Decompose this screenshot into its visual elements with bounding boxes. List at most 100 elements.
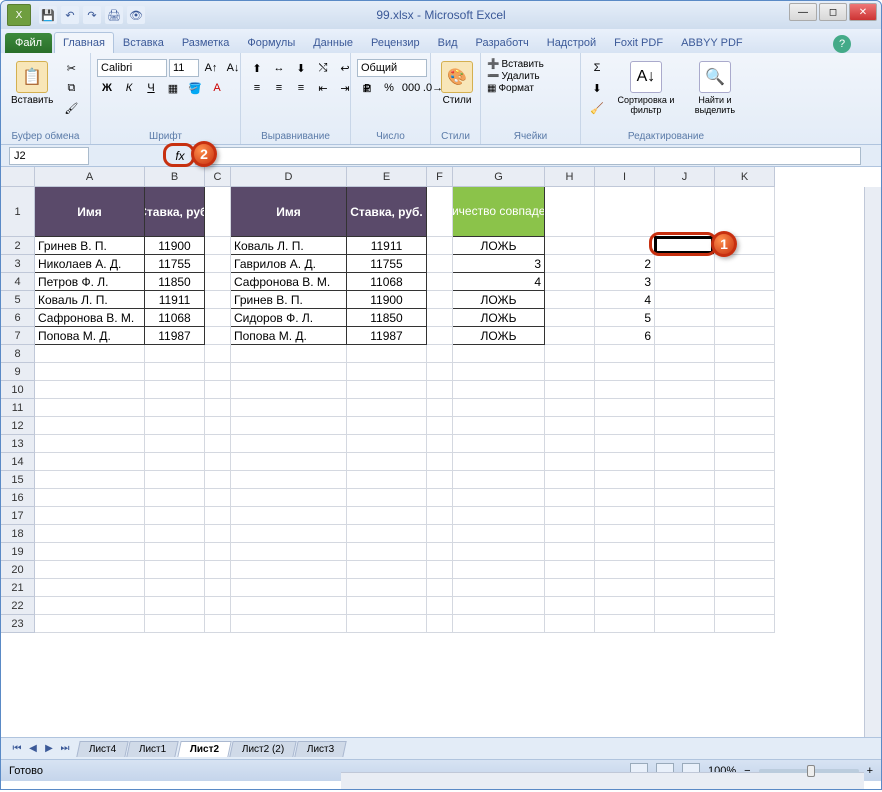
cell[interactable] — [427, 273, 453, 291]
column-header[interactable]: E — [347, 167, 427, 187]
cell[interactable]: 6 — [595, 327, 655, 345]
cell[interactable] — [427, 561, 453, 579]
column-header[interactable]: F — [427, 167, 453, 187]
orientation-icon[interactable]: ⤭ — [313, 59, 333, 77]
cell[interactable] — [715, 471, 775, 489]
cell[interactable] — [145, 561, 205, 579]
cell[interactable] — [205, 507, 231, 525]
cell[interactable] — [655, 489, 715, 507]
cell[interactable] — [655, 345, 715, 363]
cell[interactable] — [595, 615, 655, 633]
sheet-tab[interactable]: Лист1 — [127, 741, 180, 757]
sort-filter-button[interactable]: A↓ Сортировка и фильтр — [611, 59, 681, 117]
cell[interactable] — [595, 187, 655, 237]
cell[interactable]: Количество совпадений — [453, 187, 545, 237]
align-left-icon[interactable]: ≡ — [247, 79, 267, 97]
qat-button-3[interactable]: 🖨 — [105, 6, 123, 24]
decrease-indent-icon[interactable]: ⇤ — [313, 79, 333, 97]
cell[interactable] — [595, 579, 655, 597]
insert-cells-button[interactable]: ➕Вставить — [487, 59, 544, 70]
cell[interactable] — [545, 615, 595, 633]
column-header[interactable]: B — [145, 167, 205, 187]
cell[interactable] — [231, 543, 347, 561]
cell[interactable] — [35, 615, 145, 633]
cell[interactable] — [655, 453, 715, 471]
cell[interactable] — [545, 507, 595, 525]
cell[interactable] — [715, 187, 775, 237]
cell[interactable] — [347, 543, 427, 561]
align-bottom-icon[interactable]: ⬇ — [291, 59, 311, 77]
cell[interactable] — [347, 525, 427, 543]
worksheet-grid[interactable]: ABCDEFGHIJK 1234567891011121314151617181… — [1, 167, 881, 737]
cell[interactable] — [427, 345, 453, 363]
cell[interactable] — [35, 363, 145, 381]
cell[interactable]: 11850 — [145, 273, 205, 291]
cell[interactable]: Гринев В. П. — [231, 291, 347, 309]
cell[interactable] — [205, 363, 231, 381]
cell[interactable]: 11850 — [347, 309, 427, 327]
cell[interactable] — [427, 237, 453, 255]
cell[interactable] — [205, 525, 231, 543]
format-painter-icon[interactable]: 🖌 — [61, 99, 81, 117]
row-header[interactable]: 6 — [1, 309, 35, 327]
qat-button-2[interactable]: ↷ — [83, 6, 101, 24]
cell[interactable] — [427, 381, 453, 399]
cell[interactable] — [427, 489, 453, 507]
cell[interactable] — [655, 399, 715, 417]
cell[interactable] — [453, 489, 545, 507]
cell[interactable]: 11755 — [347, 255, 427, 273]
cell[interactable] — [427, 597, 453, 615]
cell[interactable] — [347, 435, 427, 453]
column-header[interactable]: K — [715, 167, 775, 187]
cell[interactable] — [595, 435, 655, 453]
cell[interactable] — [427, 453, 453, 471]
ribbon-tab[interactable]: ABBYY PDF — [672, 32, 752, 53]
cell[interactable] — [231, 561, 347, 579]
cell[interactable] — [205, 453, 231, 471]
cell[interactable] — [231, 597, 347, 615]
cell[interactable]: Сидоров Ф. Л. — [231, 309, 347, 327]
cell[interactable] — [655, 237, 715, 255]
cell[interactable] — [453, 453, 545, 471]
row-header[interactable]: 13 — [1, 435, 35, 453]
ribbon-tab[interactable]: Разметка — [173, 32, 239, 53]
cell[interactable] — [427, 615, 453, 633]
cell[interactable] — [595, 381, 655, 399]
cell[interactable] — [545, 579, 595, 597]
row-header[interactable]: 18 — [1, 525, 35, 543]
qat-button-0[interactable]: 💾 — [39, 6, 57, 24]
cell[interactable] — [595, 597, 655, 615]
row-header[interactable]: 19 — [1, 543, 35, 561]
sheet-tab[interactable]: Лист4 — [76, 741, 129, 757]
cell[interactable] — [655, 525, 715, 543]
cell[interactable] — [715, 435, 775, 453]
font-name-box[interactable]: Calibri — [97, 59, 167, 77]
cell[interactable] — [427, 187, 453, 237]
column-header[interactable]: J — [655, 167, 715, 187]
cell[interactable] — [655, 543, 715, 561]
ribbon-tab[interactable]: Главная — [54, 32, 114, 53]
cell[interactable] — [655, 435, 715, 453]
row-header[interactable]: 7 — [1, 327, 35, 345]
cell[interactable] — [715, 615, 775, 633]
cell[interactable] — [35, 417, 145, 435]
cell[interactable] — [231, 381, 347, 399]
cell[interactable] — [655, 615, 715, 633]
cell[interactable] — [545, 309, 595, 327]
cell[interactable] — [231, 453, 347, 471]
cell[interactable] — [427, 507, 453, 525]
cell[interactable]: 11068 — [145, 309, 205, 327]
cell[interactable] — [715, 525, 775, 543]
cell[interactable] — [595, 453, 655, 471]
cell[interactable]: Сафронова В. М. — [35, 309, 145, 327]
cell[interactable] — [427, 471, 453, 489]
cell[interactable] — [545, 561, 595, 579]
row-header[interactable]: 20 — [1, 561, 35, 579]
cell[interactable]: ЛОЖЬ — [453, 291, 545, 309]
cell[interactable]: 11900 — [347, 291, 427, 309]
cell[interactable] — [545, 255, 595, 273]
cell[interactable] — [715, 417, 775, 435]
cell[interactable] — [145, 525, 205, 543]
qat-button-1[interactable]: ↶ — [61, 6, 79, 24]
cell[interactable] — [715, 561, 775, 579]
